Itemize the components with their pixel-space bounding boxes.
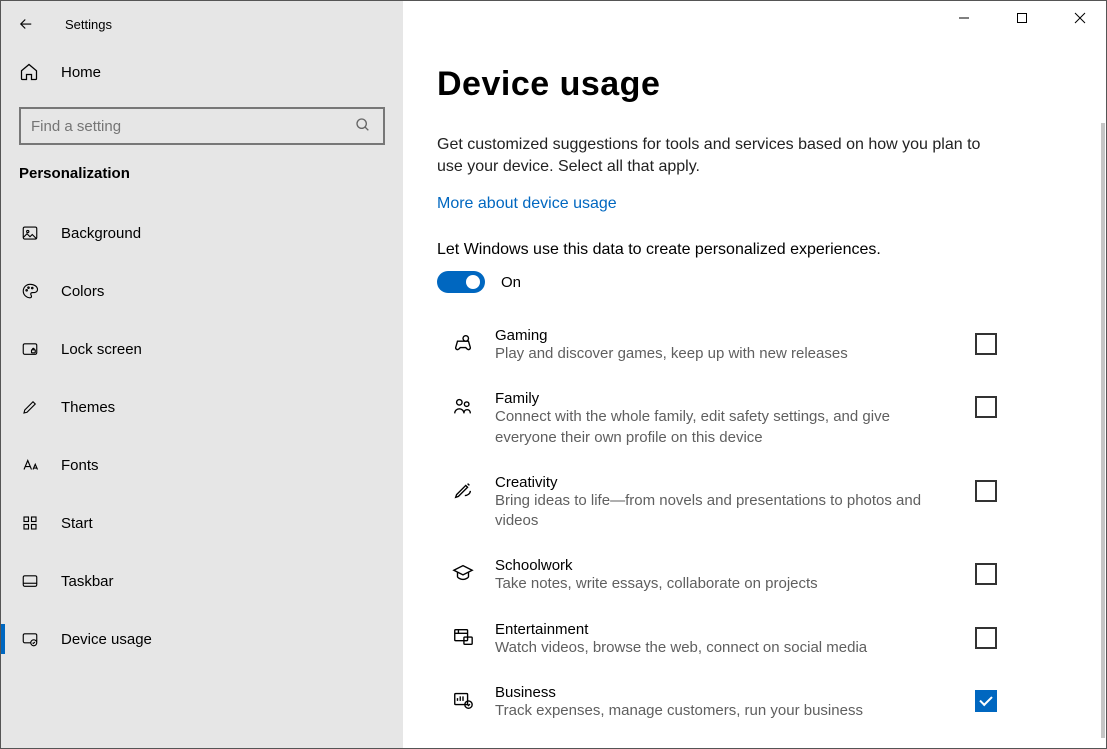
minimize-button[interactable] [944,3,984,33]
entertainment-icon [451,625,475,649]
font-icon [19,454,41,476]
nav-label: Themes [61,399,115,416]
usage-item-schoolwork[interactable]: Schoolwork Take notes, write essays, col… [437,551,997,600]
business-icon [451,688,475,712]
usage-name: Family [495,390,955,407]
personalized-toggle[interactable] [437,271,485,293]
toggle-state-label: On [501,274,521,291]
sidebar-header: Settings [1,1,403,47]
usage-item-creativity[interactable]: Creativity Bring ideas to life—from nove… [437,468,997,538]
maximize-button[interactable] [1002,3,1042,33]
more-about-link[interactable]: More about device usage [437,195,617,213]
usage-desc: Track expenses, manage customers, run yo… [495,701,955,721]
toggle-row: On [437,271,1072,293]
school-icon [451,561,475,585]
family-icon [451,394,475,418]
palette-icon [19,280,41,302]
usage-checkbox-entertainment[interactable] [975,627,997,649]
nav-label: Device usage [61,631,152,648]
arrow-left-icon [17,15,35,33]
usage-desc: Take notes, write essays, collaborate on… [495,574,955,594]
nav-label: Fonts [61,457,99,474]
usage-item-gaming[interactable]: Gaming Play and discover games, keep up … [437,321,997,370]
nav-label: Colors [61,283,104,300]
usage-checkbox-gaming[interactable] [975,333,997,355]
nav-item-colors[interactable]: Colors [1,262,403,320]
taskbar-icon [19,570,41,592]
nav-item-fonts[interactable]: Fonts [1,436,403,494]
usage-desc: Play and discover games, keep up with ne… [495,344,955,364]
picture-icon [19,222,41,244]
usage-desc: Watch videos, browse the web, connect on… [495,638,955,658]
usage-item-business[interactable]: Business Track expenses, manage customer… [437,678,997,727]
creativity-icon [451,478,475,502]
nav-item-device-usage[interactable]: Device usage [1,610,403,668]
brush-icon [19,396,41,418]
sidebar: Settings Home Personalization Background… [1,1,403,748]
nav-home[interactable]: Home [1,47,403,97]
usage-checkbox-schoolwork[interactable] [975,563,997,585]
grid-icon [19,512,41,534]
page-description: Get customized suggestions for tools and… [437,134,997,177]
usage-checkbox-business[interactable] [975,690,997,712]
nav-label: Start [61,515,93,532]
scrollbar[interactable] [1101,123,1105,738]
usage-item-family[interactable]: Family Connect with the whole family, ed… [437,384,997,454]
nav-label: Taskbar [61,573,114,590]
gaming-icon [451,331,475,355]
nav-label: Background [61,225,141,242]
window-controls [403,1,1106,35]
nav-item-start[interactable]: Start [1,494,403,552]
search-icon [355,117,373,135]
search-box[interactable] [19,107,385,145]
device-usage-icon [19,628,41,650]
usage-name: Creativity [495,474,955,491]
usage-name: Business [495,684,955,701]
usage-name: Gaming [495,327,955,344]
permit-label: Let Windows use this data to create pers… [437,241,1072,259]
nav-item-taskbar[interactable]: Taskbar [1,552,403,610]
nav-label: Lock screen [61,341,142,358]
content-area: Device usage Get customized suggestions … [403,35,1106,748]
nav-home-label: Home [61,64,101,81]
usage-item-entertainment[interactable]: Entertainment Watch videos, browse the w… [437,615,997,664]
usage-desc: Bring ideas to life—from novels and pres… [495,491,955,532]
nav-item-lockscreen[interactable]: Lock screen [1,320,403,378]
usage-checkbox-creativity[interactable] [975,480,997,502]
nav-item-themes[interactable]: Themes [1,378,403,436]
usage-desc: Connect with the whole family, edit safe… [495,407,955,448]
back-button[interactable] [11,9,41,39]
usage-name: Entertainment [495,621,955,638]
nav-item-background[interactable]: Background [1,204,403,262]
usage-list: Gaming Play and discover games, keep up … [437,321,1072,727]
window-title: Settings [65,17,112,32]
home-icon [19,61,41,83]
main-pane: Device usage Get customized suggestions … [403,1,1106,748]
page-title: Device usage [437,65,1072,104]
usage-name: Schoolwork [495,557,955,574]
search-input[interactable] [31,118,355,135]
close-button[interactable] [1060,3,1100,33]
usage-checkbox-family[interactable] [975,396,997,418]
section-title: Personalization [1,165,403,204]
lock-screen-icon [19,338,41,360]
